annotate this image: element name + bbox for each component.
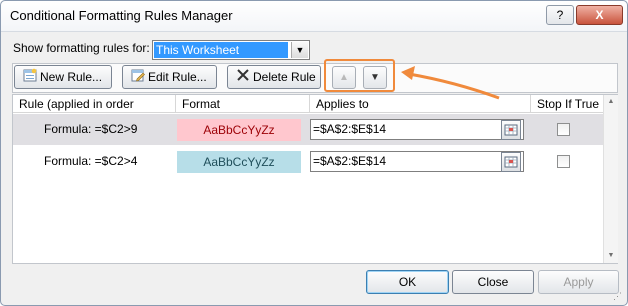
- column-header-format: Format: [176, 95, 310, 113]
- show-rules-label: Show formatting rules for:: [13, 41, 150, 55]
- column-header-stop-if-true: Stop If True: [531, 95, 603, 113]
- window-title: Conditional Formatting Rules Manager: [10, 8, 233, 23]
- rule-description: Formula: =$C2>4: [44, 154, 138, 168]
- range-select-icon: [504, 124, 518, 136]
- resize-grip-icon[interactable]: ⋰: [613, 291, 622, 302]
- range-picker-button[interactable]: [501, 152, 521, 172]
- format-preview: AaBbCcYyZz: [177, 151, 301, 173]
- scroll-up-icon[interactable]: ▲: [604, 95, 618, 109]
- table-row[interactable]: Formula: =$C2>9 AaBbCcYyZz =$A$2:$E$14: [13, 114, 603, 145]
- range-picker-button[interactable]: [501, 120, 521, 140]
- delete-rule-button[interactable]: Delete Rule: [227, 65, 321, 89]
- show-rules-value: This Worksheet: [154, 42, 288, 58]
- format-preview: AaBbCcYyZz: [177, 119, 301, 141]
- conditional-formatting-dialog: Conditional Formatting Rules Manager ? X…: [0, 0, 628, 306]
- ok-button[interactable]: OK: [366, 270, 449, 294]
- chevron-down-icon[interactable]: ▼: [291, 42, 308, 58]
- delete-icon: [236, 67, 250, 89]
- applies-to-field[interactable]: =$A$2:$E$14: [310, 151, 524, 172]
- new-rule-button[interactable]: New Rule...: [14, 65, 112, 89]
- delete-rule-label: Delete Rule: [253, 70, 316, 84]
- stop-if-true-checkbox[interactable]: [557, 155, 570, 168]
- title-bar: Conditional Formatting Rules Manager ? X: [1, 1, 627, 32]
- vertical-scrollbar[interactable]: ▲ ▼: [603, 95, 618, 263]
- new-rule-icon: [23, 67, 37, 89]
- close-window-button[interactable]: X: [576, 5, 623, 25]
- rule-description: Formula: =$C2>9: [44, 122, 138, 136]
- edit-rule-button[interactable]: Edit Rule...: [122, 65, 217, 89]
- column-header-rule: Rule (applied in order shown): [13, 95, 176, 129]
- annotation-highlight-box: [324, 59, 395, 92]
- range-select-icon: [504, 156, 518, 168]
- annotation-arrow: [401, 66, 500, 100]
- edit-rule-label: Edit Rule...: [148, 70, 207, 84]
- help-button[interactable]: ?: [546, 5, 574, 25]
- new-rule-label: New Rule...: [40, 70, 103, 84]
- rules-table: Rule (applied in order shown) Format App…: [12, 94, 618, 264]
- stop-if-true-checkbox[interactable]: [557, 123, 570, 136]
- show-rules-select[interactable]: This Worksheet ▼: [152, 40, 310, 60]
- apply-button[interactable]: Apply: [538, 270, 619, 294]
- scroll-down-icon[interactable]: ▼: [604, 249, 618, 263]
- table-row[interactable]: Formula: =$C2>4 AaBbCcYyZz =$A$2:$E$14: [13, 146, 603, 177]
- applies-to-field[interactable]: =$A$2:$E$14: [310, 119, 524, 140]
- edit-rule-icon: [131, 67, 145, 89]
- close-button[interactable]: Close: [452, 270, 534, 294]
